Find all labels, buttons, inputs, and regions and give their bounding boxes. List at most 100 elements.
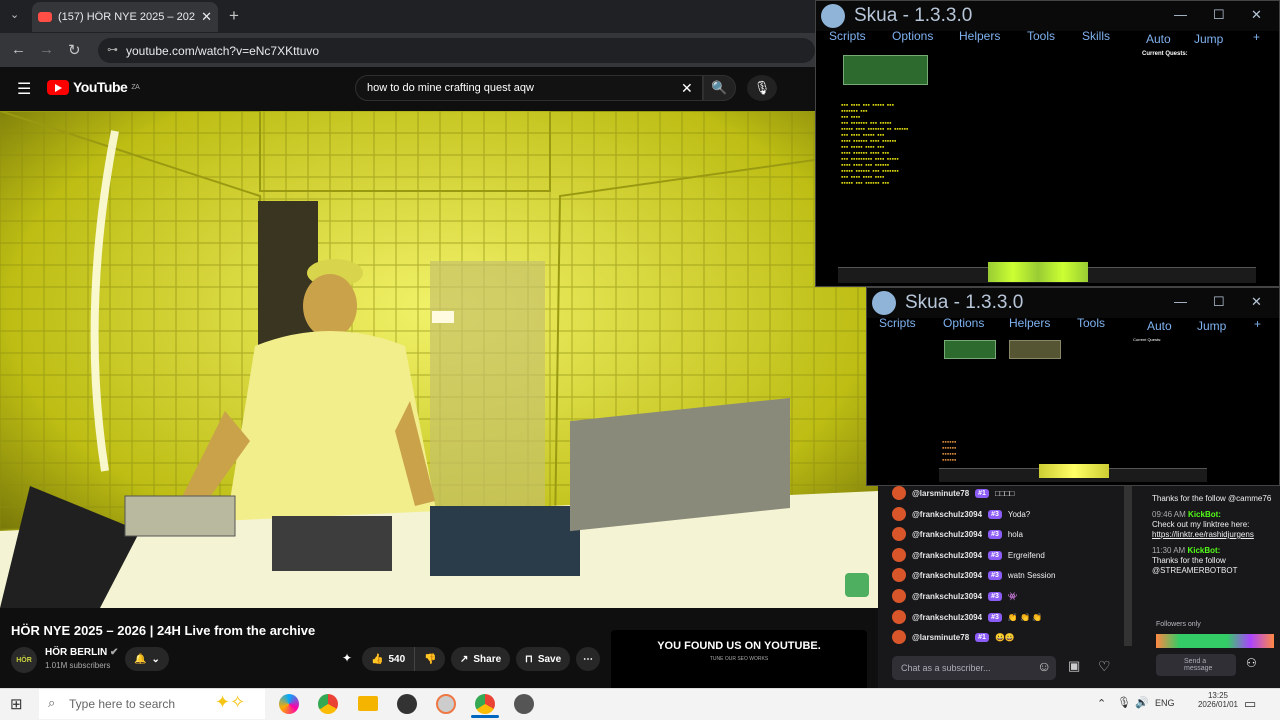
search-input[interactable]: how to do mine crafting quest aqw ✕ — [355, 75, 703, 101]
skill-bar-1[interactable] — [838, 262, 1256, 283]
users-icon[interactable]: ⚇ — [1246, 656, 1257, 670]
menu-jump[interactable]: Jump — [1194, 32, 1223, 46]
chrome-icon[interactable] — [318, 694, 338, 714]
ad-banner[interactable]: YOU FOUND US ON YOUTUBE. TUNE OUR SEO WO… — [611, 630, 867, 690]
notification-bell-button[interactable]: 🔔 ⌄ — [125, 647, 169, 671]
menu-tools[interactable]: Tools — [1027, 29, 1055, 43]
menu-jump[interactable]: Jump — [1197, 319, 1226, 333]
share-button[interactable]: ↗ Share — [451, 647, 511, 671]
chat-username[interactable]: @frankschulz3094 — [912, 530, 982, 539]
menu-options[interactable]: Options — [892, 29, 933, 43]
gift-icon[interactable]: ▣ — [1068, 658, 1080, 674]
game-canvas-1[interactable]: Current Quests: ▪▪▪ ▪▪▪▪ ▪▪▪ ▪▪▪▪▪ ▪▪▪ ▪… — [838, 49, 1256, 285]
user-avatar[interactable] — [892, 507, 906, 521]
save-button[interactable]: ⊓ Save — [516, 647, 571, 671]
voice-search-button[interactable]: 🎙 — [747, 75, 777, 101]
dislike-button[interactable]: 👎 — [414, 647, 446, 671]
windows-start-icon[interactable]: ⊞ — [10, 695, 23, 713]
send-message-input[interactable]: Send a message — [1156, 654, 1236, 676]
menu-scripts[interactable]: Scripts — [829, 29, 866, 43]
video-player[interactable] — [0, 111, 878, 608]
file-explorer-icon[interactable] — [358, 696, 378, 711]
menu-auto[interactable]: Auto — [1146, 32, 1171, 46]
youtube-play-icon — [47, 79, 69, 95]
app-icon[interactable] — [436, 694, 456, 714]
add-icon[interactable]: + — [1253, 30, 1260, 44]
new-tab-icon[interactable]: + — [229, 6, 239, 26]
linktree-link[interactable]: https://linktr.ee/rashidjurgens — [1152, 530, 1280, 540]
mic-tray-icon[interactable]: 🎙 — [1117, 696, 1131, 709]
user-avatar[interactable] — [892, 630, 906, 644]
minimize-icon[interactable]: — — [1174, 7, 1187, 22]
tray-chevron-icon[interactable]: ⌃ — [1097, 697, 1106, 710]
search-icon: 🔍 — [711, 80, 728, 95]
maximize-icon[interactable]: ☐ — [1213, 294, 1225, 310]
chat-username[interactable]: @frankschulz3094 — [912, 613, 982, 622]
user-avatar[interactable] — [892, 527, 906, 541]
user-avatar[interactable] — [892, 568, 906, 582]
menu-helpers[interactable]: Helpers — [1009, 316, 1050, 330]
menu-scripts[interactable]: Scripts — [879, 316, 916, 330]
chat-username[interactable]: @frankschulz3094 — [912, 510, 982, 519]
language-indicator[interactable]: ENG — [1155, 698, 1175, 708]
skua-titlebar-1[interactable]: Skua - 1.3.3.0 — ☐ ✕ — [816, 1, 1279, 31]
steam-icon[interactable] — [397, 694, 417, 714]
chat-username[interactable]: @frankschulz3094 — [912, 551, 982, 560]
youtube-logo[interactable]: YouTube ZA — [47, 79, 140, 95]
chat-username[interactable]: @frankschulz3094 — [912, 592, 982, 601]
site-info-icon[interactable]: ⊶ — [107, 43, 118, 56]
ad-subtext: TUNE OUR SEO WORKS — [709, 656, 769, 662]
chat-message: @larsminute78 #1 □□□□ — [892, 484, 1014, 502]
chat-scrollbar[interactable] — [1124, 486, 1132, 646]
user-avatar[interactable] — [892, 589, 906, 603]
heart-icon[interactable]: ♡ — [1098, 658, 1111, 675]
clear-search-icon[interactable]: ✕ — [681, 80, 693, 97]
close-icon[interactable]: ✕ — [1251, 294, 1262, 310]
minimize-icon[interactable]: — — [1174, 294, 1187, 309]
skua-titlebar-2[interactable]: Skua - 1.3.3.0 — ☐ ✕ — [867, 288, 1279, 318]
skill-bar-2[interactable] — [939, 464, 1207, 482]
notification-icon[interactable]: ▭ — [1244, 696, 1256, 712]
chevron-down-icon: ⌄ — [151, 653, 160, 665]
add-icon[interactable]: + — [1254, 317, 1261, 331]
close-icon[interactable]: ✕ — [1251, 7, 1262, 23]
like-button[interactable]: 👍 540 — [362, 647, 415, 671]
thanks-icon[interactable]: ✦ — [342, 651, 352, 665]
reload-icon[interactable]: ↻ — [68, 41, 81, 59]
copilot-icon[interactable] — [279, 694, 299, 714]
menu-options[interactable]: Options — [943, 316, 984, 330]
speaker-icon[interactable]: 🔊 — [1135, 696, 1149, 709]
clock[interactable]: 13:25 2026/01/01 — [1196, 691, 1240, 709]
back-icon[interactable]: ← — [11, 41, 26, 58]
emote-strip[interactable] — [1156, 634, 1274, 648]
side-message-1: Thanks for the follow @camme76 — [1152, 494, 1272, 503]
user-avatar[interactable] — [892, 610, 906, 624]
chat-username[interactable]: @larsminute78 — [912, 489, 969, 498]
user-avatar[interactable] — [892, 548, 906, 562]
maximize-icon[interactable]: ☐ — [1213, 7, 1225, 23]
forward-icon[interactable]: → — [39, 41, 54, 58]
search-button[interactable]: 🔍 — [703, 75, 736, 101]
channel-name[interactable]: HÖR BERLIN ✔ — [45, 647, 118, 658]
obs-icon[interactable] — [514, 694, 534, 714]
skua-window-2[interactable]: Skua - 1.3.3.0 — ☐ ✕ Scripts Options Hel… — [866, 287, 1280, 486]
tab-search-icon[interactable]: ⌄ — [10, 8, 19, 21]
menu-auto[interactable]: Auto — [1147, 319, 1172, 333]
url-field[interactable]: ⊶ youtube.com/watch?v=eNc7XKttuvo — [98, 38, 815, 63]
chrome-active-icon[interactable] — [475, 694, 495, 714]
menu-tools[interactable]: Tools — [1077, 316, 1105, 330]
tab-close-icon[interactable]: ✕ — [201, 9, 212, 25]
chat-username[interactable]: @frankschulz3094 — [912, 571, 982, 580]
menu-icon[interactable]: ☰ — [17, 79, 31, 99]
menu-skills[interactable]: Skills — [1082, 29, 1110, 43]
more-actions-button[interactable]: ⋯ — [576, 647, 600, 671]
user-avatar[interactable] — [892, 486, 906, 500]
skua-window-1[interactable]: Skua - 1.3.3.0 — ☐ ✕ Scripts Options Hel… — [815, 0, 1280, 287]
tab-youtube[interactable]: (157) HÖR NYE 2025 – 2026 ✕ — [32, 2, 218, 32]
chat-input[interactable]: Chat as a subscriber... — [892, 656, 1056, 680]
game-canvas-2[interactable]: Current Quests: ▪▪▪▪▪▪ ▪▪▪▪▪▪ ▪▪▪▪▪▪ ▪▪▪… — [939, 336, 1207, 484]
emoji-icon[interactable]: ☺ — [1037, 658, 1051, 674]
menu-helpers[interactable]: Helpers — [959, 29, 1000, 43]
chat-username[interactable]: @larsminute78 — [912, 633, 969, 642]
channel-avatar[interactable]: HÖR — [11, 647, 37, 673]
